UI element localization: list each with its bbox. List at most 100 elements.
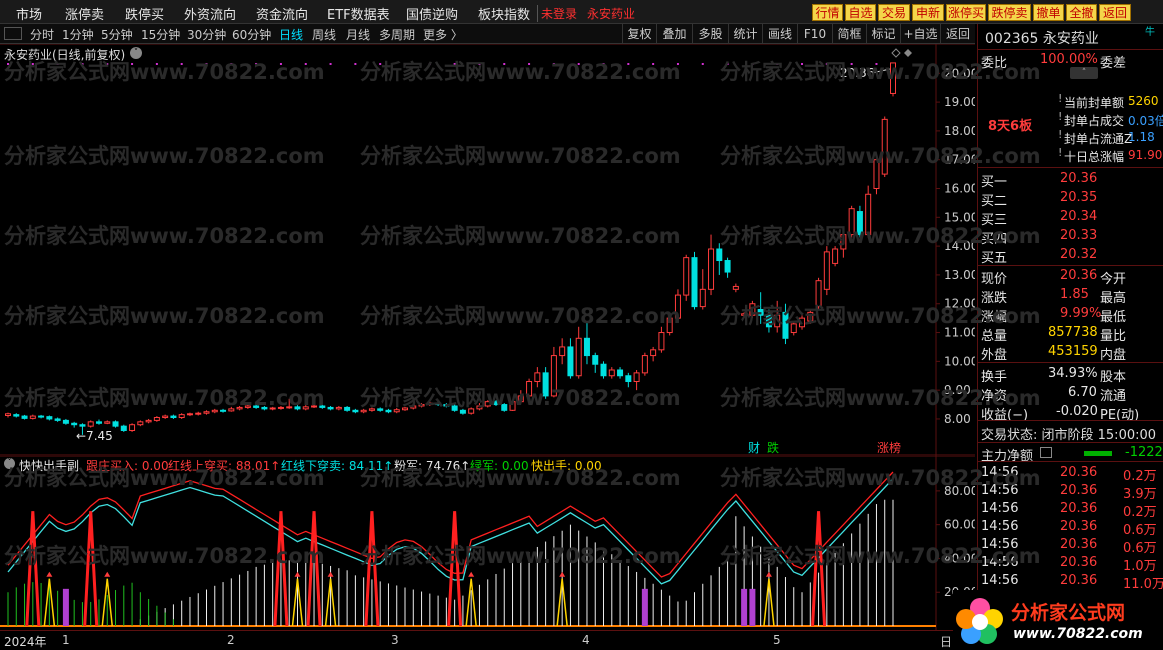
quote-value: 20.36: [1060, 268, 1098, 283]
period-10[interactable]: 更多 〉: [423, 26, 463, 43]
tool-2[interactable]: 多股: [692, 24, 728, 44]
signal-dot: [354, 63, 357, 65]
menu-limit-down-buy[interactable]: 跌停买: [125, 4, 164, 23]
purple-bar: [741, 588, 748, 626]
x-axis-unit: 日: [940, 635, 953, 649]
period-8[interactable]: 月线: [346, 26, 370, 43]
menu-capital-flow[interactable]: 资金流向: [256, 4, 308, 23]
toolbar-button-4[interactable]: 涨停买: [946, 4, 986, 21]
bid-price: 20.35: [1060, 190, 1098, 205]
quote-label: 现价: [981, 272, 1008, 287]
info-dot-icon: !: [1058, 92, 1063, 105]
x-axis-month: 2: [227, 633, 235, 647]
candle: [186, 412, 193, 417]
tool-0[interactable]: 复权: [622, 24, 656, 44]
watermark-text: 分析家公式网www.70822.com: [720, 386, 1041, 410]
x-axis-month: 5: [773, 633, 781, 647]
toolbar-button-6[interactable]: 撤单: [1033, 4, 1064, 21]
x-axis-year: 2024年: [4, 635, 47, 649]
menu-sector-index[interactable]: 板块指数: [478, 4, 530, 23]
y-axis-label: 19.00: [944, 95, 975, 109]
watermark-text: 分析家公式网www.70822.com: [360, 224, 681, 248]
toolbar-button-5[interactable]: 跌停卖: [988, 4, 1031, 21]
purple-bar: [641, 588, 648, 626]
bid-price: 20.34: [1060, 209, 1098, 224]
candle: [95, 419, 102, 425]
menu-market[interactable]: 市场: [16, 4, 42, 23]
period-0[interactable]: 分时: [30, 26, 54, 43]
tool-7[interactable]: 标记: [866, 24, 900, 44]
x-axis-month: 3: [391, 633, 399, 647]
login-status[interactable]: 未登录: [537, 5, 577, 22]
menu-limit-up-sell[interactable]: 涨停卖: [65, 4, 104, 23]
candle: [195, 411, 202, 416]
period-5[interactable]: 60分钟: [232, 26, 271, 43]
up-arrow-icon: [46, 571, 53, 577]
candle: [683, 254, 690, 301]
up-arrow-icon: [765, 571, 772, 577]
flower-logo-icon: [956, 598, 1003, 644]
period-4[interactable]: 30分钟: [187, 26, 226, 43]
watermark-text: 分析家公式网www.70822.com: [360, 386, 681, 410]
tool-4[interactable]: 画线: [762, 24, 797, 44]
event-zhangbang[interactable]: 涨榜: [877, 440, 901, 455]
menu-foreign-flow[interactable]: 外资流向: [184, 4, 236, 23]
candle: [608, 367, 615, 379]
period-6[interactable]: 日线: [279, 26, 303, 43]
period-2[interactable]: 5分钟: [101, 26, 133, 43]
tool-1[interactable]: 叠加: [656, 24, 692, 44]
candle: [559, 338, 566, 365]
info-dot-icon: !: [1058, 146, 1063, 159]
logo-name: 分析家公式网: [1011, 602, 1126, 624]
toolbar-button-8[interactable]: 返回: [1099, 4, 1131, 21]
watermark-text: 分析家公式网www.70822.com: [4, 466, 325, 490]
watermark-text: 分析家公式网www.70822.com: [360, 144, 681, 168]
watermark-text: 分析家公式网www.70822.com: [360, 60, 681, 84]
period-3[interactable]: 15分钟: [141, 26, 180, 43]
quote-value: 9.99%: [1060, 306, 1102, 321]
tool-3[interactable]: 统计: [728, 24, 762, 44]
list-icon[interactable]: [1040, 447, 1052, 458]
seal-label: 封单占成交: [1064, 114, 1125, 128]
candle: [732, 283, 739, 293]
candle: [62, 418, 69, 425]
period-7[interactable]: 周线: [312, 26, 336, 43]
menu-repo[interactable]: 国债逆购: [406, 4, 458, 23]
tool-9[interactable]: 返回: [940, 24, 975, 44]
x-axis-month: 4: [582, 633, 590, 647]
toolbar-button-0[interactable]: 行情: [812, 4, 843, 21]
niu-badge: 牛: [1145, 27, 1155, 38]
info-dot-icon: !: [1058, 128, 1063, 141]
collapse-icon[interactable]: ˄: [1070, 67, 1098, 79]
watermark-text: 分析家公式网www.70822.com: [4, 304, 325, 328]
seal-label: 当前封单额: [1064, 96, 1125, 110]
x-axis-month: 1: [62, 633, 70, 647]
tick-price: 20.36: [1060, 573, 1098, 588]
tick-time: 14:56: [981, 573, 1019, 588]
tool-6[interactable]: 简框: [832, 24, 866, 44]
bid-label: 买一: [981, 175, 1008, 190]
logo-url: www.70822.com: [1013, 626, 1143, 642]
tool-5[interactable]: F10: [797, 24, 832, 44]
signal-dot: [329, 63, 332, 65]
candle: [344, 405, 351, 412]
toolbar-button-3[interactable]: 申新: [912, 4, 944, 21]
quote-label-right: 最高: [1100, 291, 1127, 306]
event-die[interactable]: 跌: [767, 440, 779, 455]
event-cai[interactable]: 财: [748, 441, 760, 455]
period-9[interactable]: 多周期: [379, 26, 415, 43]
tick-time: 14:56: [981, 519, 1019, 534]
tool-8[interactable]: +自选: [900, 24, 940, 44]
toolbar-button-2[interactable]: 交易: [878, 4, 910, 21]
candle: [162, 414, 169, 419]
toolbar-button-7[interactable]: 全撤: [1066, 4, 1097, 21]
watermark-text: 分析家公式网www.70822.com: [360, 304, 681, 328]
tick-volume: 0.6万: [1123, 541, 1157, 556]
menu-etf[interactable]: ETF数据表: [327, 4, 390, 23]
main-net-value: -1222: [1125, 445, 1163, 460]
layout-icon[interactable]: [4, 27, 22, 40]
net-flow-bar: [1084, 451, 1112, 456]
period-1[interactable]: 1分钟: [62, 26, 94, 43]
toolbar-button-1[interactable]: 自选: [845, 4, 876, 21]
seal-value: 5260: [1128, 94, 1159, 108]
